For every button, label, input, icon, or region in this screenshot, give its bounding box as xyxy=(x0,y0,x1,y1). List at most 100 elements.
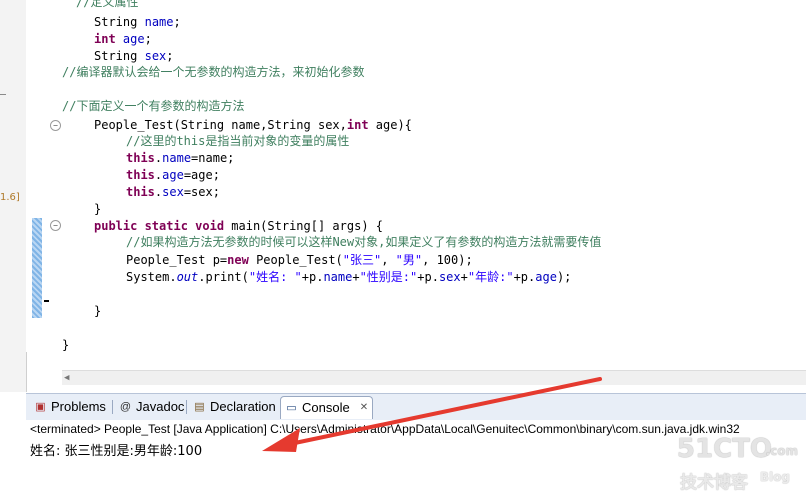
comment: //编译器默认会给一个无参数的构造方法，来初始化参数 xyxy=(62,65,365,79)
console-status-line: <terminated> People_Test [Java Applicati… xyxy=(30,422,740,436)
code-token: =sex; xyxy=(183,185,220,199)
brace-token: } xyxy=(94,304,102,318)
keyword-token: this xyxy=(126,185,155,199)
left-panel-fragment: 1.6] xyxy=(0,192,20,203)
console-icon: ▭ xyxy=(286,401,297,414)
punct-token: , xyxy=(381,253,396,267)
field-token: name xyxy=(162,151,192,165)
scroll-left-icon[interactable]: ◀ xyxy=(64,373,69,383)
code-token: ); xyxy=(556,270,572,284)
field-token: sex xyxy=(438,270,461,284)
code-line: } xyxy=(94,201,101,217)
field-token: age xyxy=(535,270,557,284)
code-token: People_Test(String name,String sex, xyxy=(94,118,347,132)
tab-label: Console xyxy=(302,400,350,415)
tab-label: Declaration xyxy=(210,399,276,414)
static-field-token: out xyxy=(176,270,199,284)
tab-declaration[interactable]: ▤ Declaration xyxy=(189,396,280,418)
code-line: int age; xyxy=(94,31,152,47)
declaration-icon: ▤ xyxy=(194,400,205,413)
code-line: //这里的this是指当前对象的变量的属性 xyxy=(126,133,349,149)
field-token: sex xyxy=(144,49,167,63)
code-line: this.name=name; xyxy=(126,150,234,166)
problems-icon: ▣ xyxy=(35,400,46,413)
comment: //这里的this是指当前对象的变量的属性 xyxy=(126,134,350,148)
tab-separator xyxy=(186,400,187,414)
tab-label: Javadoc xyxy=(136,399,185,414)
at-icon: @ xyxy=(119,400,132,413)
tab-javadoc[interactable]: @ Javadoc xyxy=(115,396,188,418)
code-line: //下面定义一个有参数的构造方法 xyxy=(62,98,244,114)
code-token: , 100); xyxy=(422,253,473,267)
field-token: name xyxy=(144,15,174,29)
tab-label: Problems xyxy=(51,399,106,414)
field-token: name xyxy=(323,270,353,284)
comment: //定义属性 xyxy=(76,0,139,9)
string-token: "张三" xyxy=(342,253,382,267)
code-editor[interactable]: //定义属性 String name; int age; String sex;… xyxy=(58,0,806,370)
code-token: =age; xyxy=(183,168,220,182)
code-token: System. xyxy=(126,270,177,284)
bottom-view-tabbar: ▣ Problems @ Javadoc ▤ Declaration ▭ Con… xyxy=(26,393,806,421)
string-token: "年龄:" xyxy=(467,270,514,284)
code-token: People_Test p= xyxy=(126,253,228,267)
code-line: String sex; xyxy=(94,48,174,64)
brace-token: } xyxy=(94,202,102,216)
code-token: + xyxy=(460,270,468,284)
code-line: People_Test(String name,String sex,int a… xyxy=(94,117,412,133)
keyword-token: int xyxy=(346,118,369,132)
keyword-token: new xyxy=(227,253,249,267)
punct-token: ; xyxy=(144,32,152,46)
caret-marker xyxy=(44,300,49,302)
console-output: 姓名: 张三性别是:男年龄:100 xyxy=(30,444,203,459)
watermark-com: .com xyxy=(765,444,798,458)
code-line: //定义属性 xyxy=(76,0,138,10)
left-panel-strip: 1.6] xyxy=(0,0,27,392)
code-line: public static void main(String[] args) { xyxy=(94,218,383,234)
code-line: People_Test p=new People_Test("张三", "男",… xyxy=(126,252,473,268)
punct-token: ; xyxy=(166,49,174,63)
code-line: } xyxy=(62,337,69,353)
code-token: +p. xyxy=(513,270,536,284)
string-token: "男" xyxy=(395,253,423,267)
code-line: this.age=age; xyxy=(126,167,220,183)
code-token: age){ xyxy=(368,118,412,132)
tab-separator xyxy=(112,400,113,414)
change-bar xyxy=(32,218,42,318)
watermark-blog: Blog xyxy=(759,470,790,484)
field-token: age xyxy=(162,168,184,182)
watermark-main: 51CTO xyxy=(676,434,772,464)
code-line: System.out.print("姓名: "+p.name+"性别是:"+p.… xyxy=(126,269,571,285)
editor-gutter xyxy=(26,0,44,352)
tab-problems[interactable]: ▣ Problems xyxy=(30,396,110,418)
comment: //下面定义一个有参数的构造方法 xyxy=(62,99,245,113)
watermark-logo: 51CTO .com 技术博客 Blog xyxy=(668,434,800,498)
code-line: //编译器默认会给一个无参数的构造方法，来初始化参数 xyxy=(62,64,364,80)
code-token: +p. xyxy=(417,270,439,284)
horizontal-scrollbar[interactable]: ◀ xyxy=(62,370,806,385)
code-line: } xyxy=(94,303,101,319)
comment: //如果构造方法无参数的时候可以这样New对象,如果定义了有参数的构造方法就需要… xyxy=(126,235,602,249)
code-line: //如果构造方法无参数的时候可以这样New对象,如果定义了有参数的构造方法就需要… xyxy=(126,234,601,250)
watermark-sub: 技术博客 xyxy=(680,473,748,493)
code-token: People_Test( xyxy=(248,253,343,267)
type-token: String xyxy=(94,15,138,29)
keyword-token: this xyxy=(126,168,155,182)
code-line: this.sex=sex; xyxy=(126,184,220,200)
code-token: +p. xyxy=(301,270,324,284)
string-token: "性别是:" xyxy=(359,270,418,284)
field-token: age xyxy=(122,32,145,46)
tab-console[interactable]: ▭ Console ✕ xyxy=(280,396,374,419)
keyword-token: public static void xyxy=(94,219,225,233)
keyword-token: this xyxy=(126,151,155,165)
brace-token: } xyxy=(62,338,70,352)
code-token: + xyxy=(352,270,360,284)
punct-token: ; xyxy=(173,15,181,29)
left-panel-tick xyxy=(0,94,6,95)
field-token: sex xyxy=(162,185,184,199)
code-token: .print( xyxy=(198,270,249,284)
code-token: =name; xyxy=(191,151,235,165)
code-line: String name; xyxy=(94,14,181,30)
code-token: main(String[] args) { xyxy=(224,219,383,233)
close-icon[interactable]: ✕ xyxy=(360,397,368,419)
